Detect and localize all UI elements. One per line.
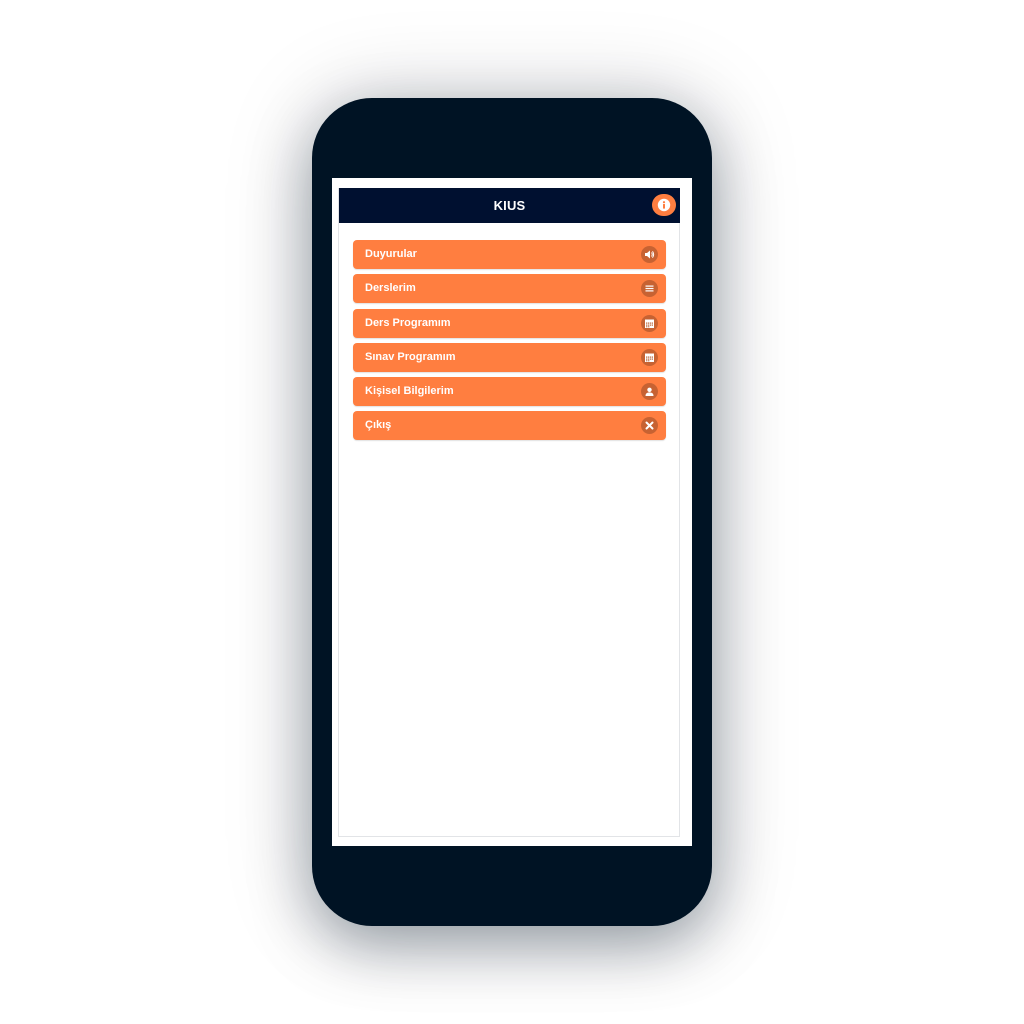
phone-screen: KIUS Duyurular Derslerim Ders Programım … bbox=[332, 178, 692, 846]
app-title: KIUS bbox=[493, 198, 526, 213]
menu-item-label: Kişisel Bilgilerim bbox=[365, 385, 454, 398]
app-page: KIUS Duyurular Derslerim Ders Programım … bbox=[338, 188, 680, 837]
calendar-icon bbox=[641, 348, 658, 366]
menu-item-label: Çıkış bbox=[365, 419, 392, 432]
menu-item-kisisel-bilgilerim[interactable]: Kişisel Bilgilerim bbox=[353, 377, 666, 407]
menu-item-label: Ders Programım bbox=[365, 316, 451, 329]
menu-item-cikis[interactable]: Çıkış bbox=[353, 411, 666, 441]
app-header: KIUS bbox=[339, 188, 680, 223]
menu-item-label: Sınav Programım bbox=[365, 350, 456, 363]
menu-item-label: Derslerim bbox=[365, 282, 416, 295]
user-icon bbox=[641, 383, 658, 401]
info-button[interactable] bbox=[652, 194, 676, 216]
calendar-icon bbox=[641, 314, 658, 332]
menu-item-derslerim[interactable]: Derslerim bbox=[353, 274, 666, 304]
info-icon bbox=[657, 198, 671, 212]
menu-item-duyurular[interactable]: Duyurular bbox=[353, 240, 666, 269]
stage: KIUS Duyurular Derslerim Ders Programım … bbox=[0, 0, 1024, 1024]
menu-item-label: Duyurular bbox=[365, 248, 417, 260]
menu-item-ders-programim[interactable]: Ders Programım bbox=[353, 308, 666, 338]
menu-item-sinav-programim[interactable]: Sınav Programım bbox=[353, 342, 666, 372]
speaker-icon bbox=[641, 246, 658, 263]
main-menu: Duyurular Derslerim Ders Programım Sınav… bbox=[353, 240, 666, 446]
close-icon bbox=[641, 417, 658, 435]
list-icon bbox=[641, 280, 658, 298]
